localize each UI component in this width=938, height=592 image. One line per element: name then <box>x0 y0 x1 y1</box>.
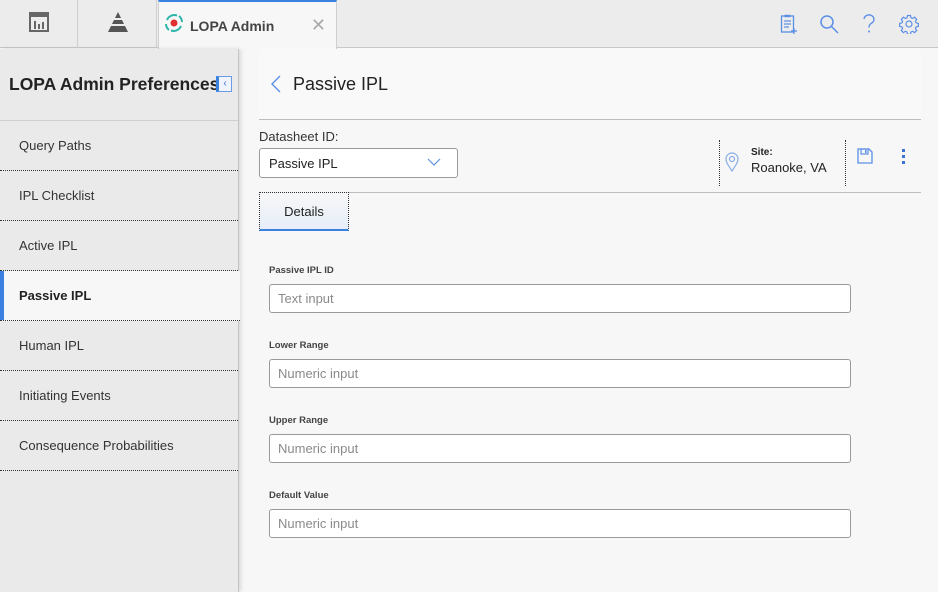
lopa-admin-icon <box>164 13 184 38</box>
default-value-input[interactable] <box>269 509 851 538</box>
datasheet-id-label: Datasheet ID: <box>259 129 339 144</box>
default-value-label: Default Value <box>269 490 329 501</box>
divider <box>719 140 720 186</box>
chevron-left-icon <box>271 75 281 93</box>
site-value: Roanoke, VA <box>751 160 827 175</box>
gear-icon[interactable] <box>898 13 920 35</box>
top-bar: LOPA Admin ✕ <box>0 0 938 49</box>
sidebar: LOPA Admin Preferences ‹ Query Paths IPL… <box>0 49 240 592</box>
upper-range-input[interactable] <box>269 434 851 463</box>
datasheet-id-select[interactable]: Passive IPL <box>259 148 458 178</box>
more-options-icon[interactable] <box>897 149 909 167</box>
tab-title: LOPA Admin <box>190 17 275 34</box>
sidebar-item-passive-ipl[interactable]: Passive IPL <box>0 271 240 321</box>
chevron-down-icon <box>427 158 441 166</box>
location-pin-icon <box>725 152 739 177</box>
site-label: Site: <box>751 147 773 158</box>
sidebar-item-ipl-checklist[interactable]: IPL Checklist <box>0 171 238 221</box>
top-right-toolbar <box>778 0 920 48</box>
tabs-divider <box>259 192 921 193</box>
lower-range-input[interactable] <box>269 359 851 388</box>
sidebar-title: LOPA Admin Preferences <box>9 74 220 94</box>
sidebar-item-human-ipl[interactable]: Human IPL <box>0 321 238 371</box>
page-header: Passive IPL <box>259 49 921 120</box>
passive-ipl-id-label: Passive IPL ID <box>269 265 334 276</box>
dashboard-button[interactable] <box>0 0 78 48</box>
dashboard-icon <box>28 11 50 38</box>
sidebar-item-initiating-events[interactable]: Initiating Events <box>0 371 238 421</box>
passive-ipl-id-input[interactable] <box>269 284 851 313</box>
sidebar-header: LOPA Admin Preferences ‹ <box>0 49 238 121</box>
datasheet-id-value: Passive IPL <box>269 155 338 171</box>
back-button[interactable] <box>271 74 285 94</box>
sidebar-item-consequence-probabilities[interactable]: Consequence Probabilities <box>0 421 238 471</box>
main-content: Passive IPL Datasheet ID: Passive IPL Si… <box>240 49 938 592</box>
lower-range-label: Lower Range <box>269 340 329 351</box>
upper-range-label: Upper Range <box>269 415 329 426</box>
tab-details[interactable]: Details <box>259 192 349 231</box>
pyramid-icon <box>106 11 130 38</box>
collapse-sidebar-button[interactable]: ‹ <box>216 76 232 92</box>
sidebar-item-query-paths[interactable]: Query Paths <box>0 121 238 171</box>
search-icon[interactable] <box>818 13 840 35</box>
save-icon[interactable] <box>857 148 873 164</box>
close-icon[interactable]: ✕ <box>311 15 326 36</box>
page-title: Passive IPL <box>293 73 389 94</box>
tab-lopa-admin[interactable]: LOPA Admin ✕ <box>158 0 337 49</box>
pyramid-button[interactable] <box>79 0 157 48</box>
sidebar-item-active-ipl[interactable]: Active IPL <box>0 221 238 271</box>
divider <box>845 140 846 186</box>
clipboard-add-icon[interactable] <box>778 13 800 35</box>
help-icon[interactable] <box>858 13 880 35</box>
